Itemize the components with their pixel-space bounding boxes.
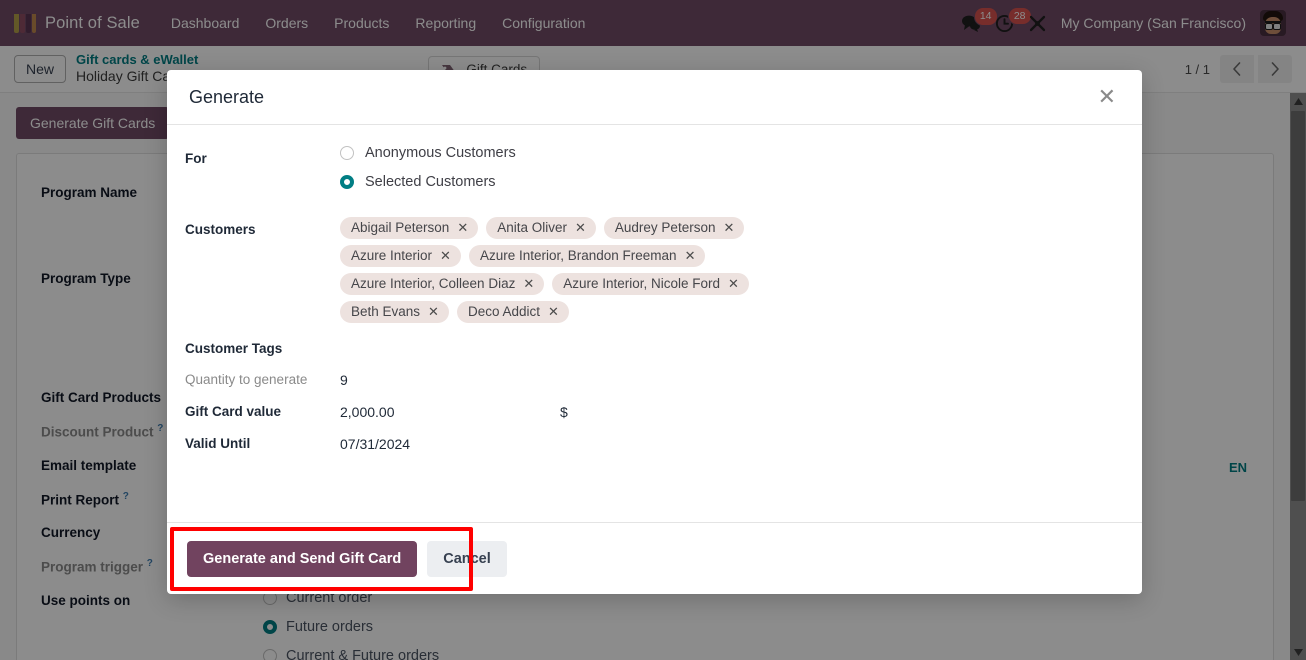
field-valid-until: Valid Until 07/31/2024 <box>185 428 1120 460</box>
gift-card-value-row: 2,000.00 $ <box>340 396 1120 428</box>
tag-beth-evans[interactable]: Beth Evans ✕ <box>340 301 449 323</box>
tag-abigail-peterson[interactable]: Abigail Peterson ✕ <box>340 217 479 239</box>
tag-label: Abigail Peterson <box>351 220 450 235</box>
close-x-icon[interactable]: ✕ <box>457 221 468 234</box>
tag-azure-interior-nicole-ford[interactable]: Azure Interior, Nicole Ford ✕ <box>552 273 749 295</box>
tag-label: Deco Addict <box>467 304 540 319</box>
tag-label: Beth Evans <box>351 304 421 319</box>
generate-and-send-gift-card-button[interactable]: Generate and Send Gift Card <box>187 540 418 577</box>
radio-indicator-selected[interactable] <box>340 175 354 189</box>
tag-label: Azure Interior, Brandon Freeman <box>479 248 677 263</box>
dialog-title: Generate <box>189 86 265 107</box>
tag-label: Azure Interior <box>351 248 433 263</box>
field-quantity-to-generate: Quantity to generate 9 <box>185 364 1120 396</box>
close-x-icon[interactable]: ✕ <box>685 249 696 262</box>
field-value-customer-tags[interactable] <box>340 333 1120 349</box>
field-label-for: For <box>185 151 207 166</box>
radio-indicator[interactable] <box>340 146 354 160</box>
field-label-quantity-to-generate: Quantity to generate <box>185 372 308 387</box>
currency-symbol: $ <box>560 404 568 420</box>
close-x-icon[interactable]: ✕ <box>575 221 586 234</box>
customers-tag-list[interactable]: Abigail Peterson ✕ Anita Oliver ✕ Audrey P… <box>340 214 860 323</box>
for-radio-group: Anonymous Customers Selected Customers <box>340 143 516 203</box>
field-value-gift-card-value[interactable]: 2,000.00 <box>340 404 560 420</box>
field-label-gift-card-value: Gift Card value <box>185 404 282 419</box>
radio-selected-customers[interactable]: Selected Customers <box>340 174 516 190</box>
generate-gift-cards-dialog: Generate ✕ For Anonymous Customers Selec… <box>167 70 1142 594</box>
close-x-icon[interactable]: ✕ <box>428 305 439 318</box>
field-label-customers: Customers <box>185 222 256 237</box>
field-value-valid-until[interactable]: 07/31/2024 <box>340 428 1120 460</box>
field-label-valid-until: Valid Until <box>185 436 251 451</box>
tag-azure-interior[interactable]: Azure Interior ✕ <box>340 245 461 267</box>
radio-anonymous-customers[interactable]: Anonymous Customers <box>340 145 516 161</box>
cancel-button[interactable]: Cancel <box>427 540 507 577</box>
close-icon[interactable]: ✕ <box>1094 84 1120 110</box>
field-customers: Customers Abigail Peterson ✕ Anita Oliver… <box>185 214 1120 323</box>
tag-azure-interior-brandon-freeman[interactable]: Azure Interior, Brandon Freeman ✕ <box>468 245 706 267</box>
close-x-icon[interactable]: ✕ <box>523 277 534 290</box>
field-gift-card-value: Gift Card value 2,000.00 $ <box>185 396 1120 428</box>
field-label-customer-tags: Customer Tags <box>185 341 283 356</box>
tag-label: Azure Interior, Nicole Ford <box>563 276 721 291</box>
dialog-body: For Anonymous Customers Selected Custome… <box>167 125 1142 522</box>
close-x-icon[interactable]: ✕ <box>440 249 451 262</box>
tag-audrey-peterson[interactable]: Audrey Peterson ✕ <box>603 217 745 239</box>
dialog-header: Generate ✕ <box>167 70 1142 125</box>
close-x-icon[interactable]: ✕ <box>723 221 734 234</box>
close-x-icon[interactable]: ✕ <box>728 277 739 290</box>
field-value-quantity-to-generate[interactable]: 9 <box>340 364 1120 396</box>
tag-deco-addict[interactable]: Deco Addict ✕ <box>456 301 569 323</box>
tag-azure-interior-colleen-diaz[interactable]: Azure Interior, Colleen Diaz ✕ <box>340 273 545 295</box>
radio-label: Anonymous Customers <box>365 145 516 161</box>
radio-label: Selected Customers <box>365 174 496 190</box>
tag-anita-oliver[interactable]: Anita Oliver ✕ <box>486 217 596 239</box>
dialog-footer: Generate and Send Gift Card Cancel <box>167 522 1142 594</box>
close-x-icon[interactable]: ✕ <box>548 305 559 318</box>
tag-label: Audrey Peterson <box>614 220 716 235</box>
field-for: For Anonymous Customers Selected Custome… <box>185 143 1120 203</box>
field-customer-tags: Customer Tags <box>185 333 1120 364</box>
tag-label: Anita Oliver <box>497 220 567 235</box>
tag-label: Azure Interior, Colleen Diaz <box>351 276 516 291</box>
